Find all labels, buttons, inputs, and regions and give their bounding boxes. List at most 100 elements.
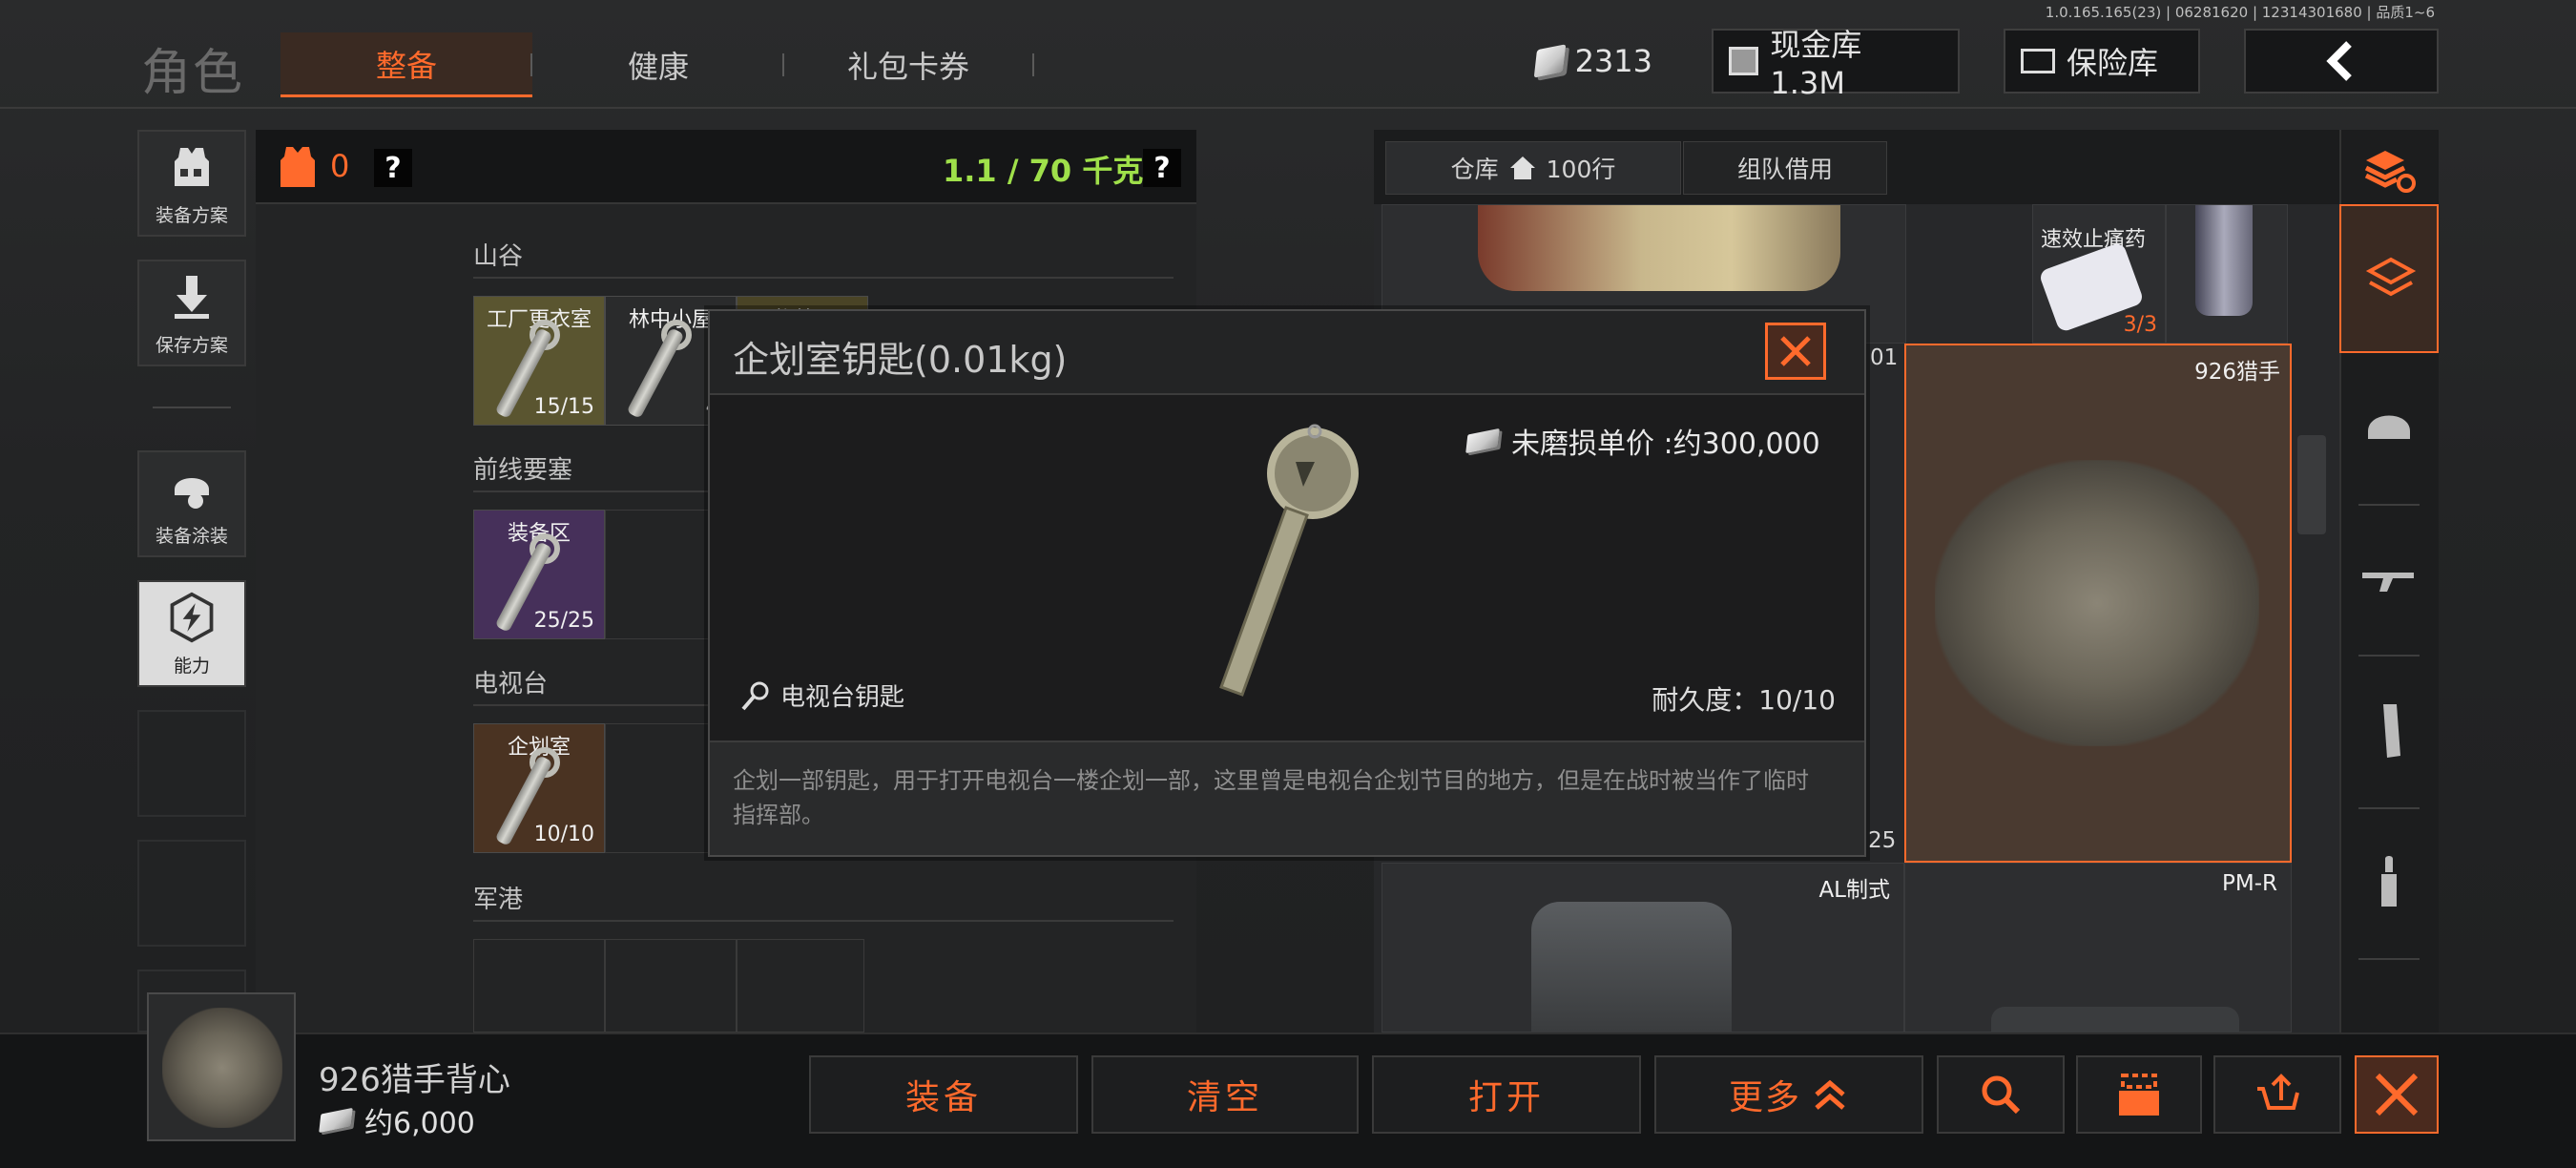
category-all[interactable] (2339, 204, 2439, 353)
save-plan-button[interactable]: 保存方案 (137, 260, 246, 366)
safe-box-button[interactable]: 保险库 (2004, 29, 2200, 94)
section-divider (473, 920, 1174, 922)
section-divider (473, 277, 1174, 279)
equip-plan-label: 装备方案 (155, 205, 228, 226)
price-row: 未磨损单价 :约300,000 (1465, 420, 1820, 462)
ability-button[interactable]: 能力 (137, 580, 246, 687)
selected-item-price: 约6,000 (364, 1107, 475, 1140)
vest-image (1935, 460, 2259, 746)
medkit-image (1478, 205, 1840, 291)
vest-thumbnail-image (162, 1008, 282, 1128)
storage-item-selected[interactable]: 926猎手 (1904, 344, 2292, 863)
key-type-row: 电视台钥匙 (738, 678, 904, 713)
armor-count: 0 (330, 148, 350, 184)
open-button[interactable]: 打开 (1372, 1055, 1641, 1134)
tab-separator (530, 53, 532, 76)
help-button[interactable]: ? (374, 149, 412, 187)
cart-upload-icon (2257, 1074, 2299, 1110)
unit-price: 未磨损单价 :约300,000 (1511, 428, 1820, 461)
empty-key-slot (737, 939, 864, 1032)
layers-icon (2365, 257, 2417, 297)
tab-warehouse[interactable]: 仓库 100行 (1385, 141, 1681, 195)
key-slot[interactable]: 工厂更衣室 15/15 (473, 296, 605, 426)
key-slot[interactable]: 装备区 25/25 (473, 510, 605, 639)
money-amount: 2313 (1574, 43, 1652, 79)
storage-box-button[interactable] (2076, 1055, 2202, 1134)
equip-button[interactable]: 装备 (809, 1055, 1078, 1134)
save-plan-label: 保存方案 (155, 335, 228, 356)
close-panel-button[interactable] (2355, 1055, 2439, 1134)
helmet-icon (2368, 415, 2410, 439)
category-helmet[interactable] (2349, 386, 2429, 466)
armor-counter: 0 (279, 143, 349, 189)
version-info: 1.0.165.165(23) | 06281620 | 12314301680… (2045, 4, 2435, 21)
selected-item-thumbnail (147, 992, 296, 1141)
popup-close-button[interactable] (1765, 323, 1826, 380)
weight-display: 1.1 / 70 千克 (943, 153, 1144, 189)
vault-icon (1729, 47, 1759, 75)
money-display: 2313 (1521, 29, 1668, 94)
money-icon (1465, 428, 1500, 454)
storage-scrollbar[interactable] (2297, 435, 2326, 534)
equip-plan-button[interactable]: 装备方案 (137, 130, 246, 237)
storage-item[interactable]: PM-R (1904, 863, 2292, 1033)
item-description: 企划一部钥匙，用于打开电视台一楼企划一部，这里曾是电视台企划节目的地方，但是在战… (733, 767, 1809, 828)
section-frontline-fortress: 前线要塞 (473, 456, 573, 485)
clear-button[interactable]: 清空 (1091, 1055, 1359, 1134)
money-icon (1533, 44, 1566, 78)
key-slot[interactable]: 企划室 10/10 (473, 723, 605, 853)
tab-equip[interactable]: 整备 (280, 32, 532, 97)
close-icon (1780, 336, 1811, 366)
key-type: 电视台钥匙 (780, 683, 905, 712)
key-large-icon (1219, 424, 1359, 697)
more-button[interactable]: 更多 (1654, 1055, 1923, 1134)
bullet-icon (2381, 856, 2397, 907)
helmet-paint-icon (165, 461, 218, 514)
storage-item[interactable] (2166, 204, 2288, 344)
search-button[interactable] (1937, 1055, 2065, 1134)
empty-slot (137, 840, 246, 947)
lightning-hex-icon (165, 591, 218, 644)
section-military-port: 军港 (473, 886, 524, 914)
equip-paint-button[interactable]: 装备涂装 (137, 450, 246, 557)
sidebar-divider (153, 407, 231, 408)
category-weapon[interactable] (2349, 538, 2429, 618)
weight-help-button[interactable]: ? (1143, 149, 1181, 187)
selected-item-price-row: 约6,000 (319, 1099, 475, 1141)
storage-item[interactable]: AL制式 (1381, 863, 1904, 1032)
cash-vault-button[interactable]: 现金库 1.3M (1712, 27, 1960, 101)
back-arrow-icon (2326, 41, 2352, 81)
sort-stack-button[interactable] (2349, 130, 2429, 210)
back-button[interactable] (2244, 29, 2439, 94)
magazine-icon (2383, 704, 2400, 758)
warehouse-rows: 100行 (1546, 156, 1616, 183)
tab-gift-coupons[interactable]: 礼包卡券 (786, 32, 1030, 97)
key-count: 15/15 (533, 395, 594, 419)
storage-item[interactable]: 速效止痛药 3/3 (2032, 204, 2166, 344)
download-icon (165, 270, 218, 323)
vest-plan-icon (165, 140, 218, 194)
category-magazine[interactable] (2349, 691, 2429, 771)
sell-button[interactable] (2213, 1055, 2341, 1134)
close-icon (2375, 1073, 2419, 1116)
home-icon (1509, 156, 1535, 179)
more-label: 更多 (1728, 1078, 1801, 1117)
search-icon (1982, 1075, 2021, 1115)
partial-label: 25 (1868, 828, 1897, 853)
item-name: 926猎手 (2194, 360, 2280, 385)
box-icon (2119, 1074, 2159, 1116)
tab-team-borrow[interactable]: 组队借用 (1683, 141, 1887, 195)
category-ammo[interactable] (2349, 842, 2429, 922)
popup-description-box: 企划一部钥匙，用于打开电视台一楼企划一部，这里曾是电视台企划节目的地方，但是在战… (710, 740, 1864, 855)
tab-health[interactable]: 健康 (534, 32, 782, 97)
key-small-icon (741, 681, 769, 710)
page-title: 角色 (141, 45, 245, 102)
tab-separator (1032, 53, 1034, 76)
partial-label: 01 (1870, 345, 1899, 370)
key-count: 25/25 (533, 609, 594, 633)
canister-image (2195, 205, 2253, 316)
tab-separator (782, 53, 784, 76)
item-name: 速效止痛药 (2041, 228, 2147, 252)
empty-slot (137, 710, 246, 817)
item-name: PM-R (2222, 871, 2277, 896)
